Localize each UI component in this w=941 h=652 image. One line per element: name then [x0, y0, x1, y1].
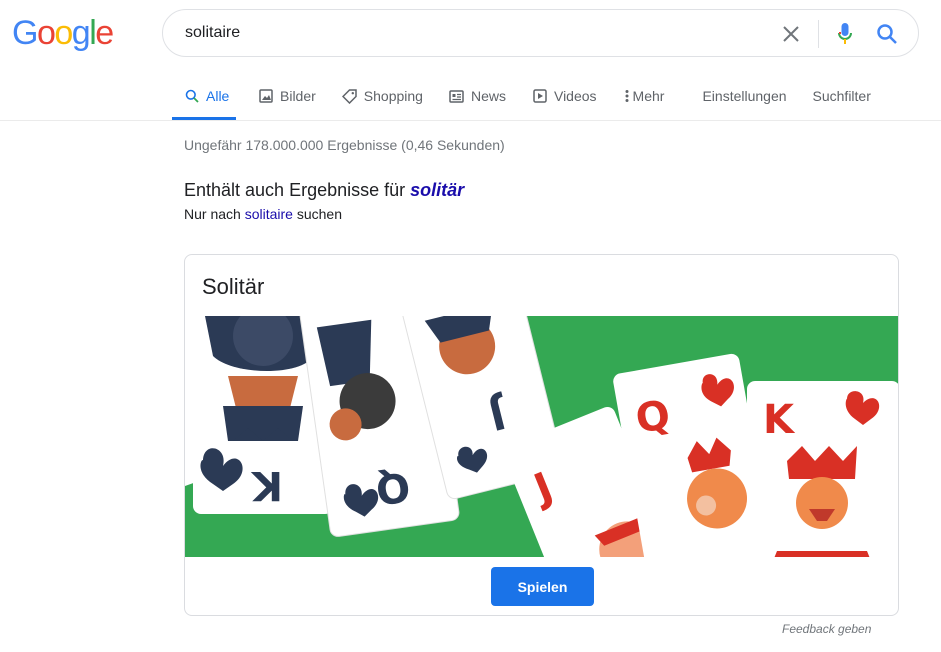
card-rank-letter: K: [763, 397, 796, 443]
more-vertical-icon: [623, 88, 631, 104]
card-rank-letter: K: [250, 462, 283, 508]
settings-link[interactable]: Einstellungen: [702, 78, 786, 120]
tab-label: Videos: [553, 88, 597, 104]
logo-letter: o: [54, 14, 73, 52]
tab-more[interactable]: Mehr: [623, 78, 665, 120]
original-query-line: Nur nach solitaire suchen: [184, 206, 342, 222]
card-rank-letter: Q: [373, 462, 413, 512]
news-icon: [449, 88, 465, 104]
tab-news[interactable]: News: [449, 78, 506, 120]
solitaire-game-card: Solitär K Q J J Q K Spielen: [184, 254, 899, 616]
tab-label: Shopping: [363, 88, 423, 104]
image-icon: [258, 88, 274, 104]
tab-videos[interactable]: Videos: [532, 78, 597, 120]
original-query-link[interactable]: solitaire: [245, 206, 293, 222]
search-icon: [184, 88, 200, 104]
result-stats: Ungefähr 178.000.000 Ergebnisse (0,46 Se…: [184, 137, 505, 153]
search-divider: [818, 20, 819, 48]
feedback-link[interactable]: Feedback geben: [782, 622, 871, 636]
tab-label: Mehr: [632, 88, 665, 104]
tag-icon: [342, 88, 358, 104]
clear-icon[interactable]: [779, 22, 803, 46]
correction-prefix: Enthält auch Ergebnisse für: [184, 180, 411, 200]
original-query-prefix: Nur nach: [184, 206, 245, 222]
tab-label: Bilder: [280, 88, 316, 104]
search-tools-link[interactable]: Suchfilter: [813, 78, 871, 120]
solitaire-illustration[interactable]: K Q J J Q K: [185, 316, 899, 557]
corrected-query-link[interactable]: solitär: [410, 180, 464, 200]
spelling-correction: Enthält auch Ergebnisse für solitär: [184, 180, 464, 201]
google-logo[interactable]: Google: [12, 14, 114, 53]
tab-images[interactable]: Bilder: [258, 78, 316, 120]
tab-all[interactable]: Alle: [172, 78, 236, 120]
logo-letter: g: [71, 14, 91, 52]
microphone-icon[interactable]: [833, 22, 857, 46]
tab-shopping[interactable]: Shopping: [342, 78, 423, 120]
play-icon: [532, 88, 548, 104]
search-box[interactable]: solitaire: [162, 9, 919, 57]
search-tools-label: Suchfilter: [812, 88, 871, 104]
tab-label: News: [470, 88, 506, 104]
original-query-suffix: suchen: [292, 206, 342, 222]
logo-letter: e: [95, 14, 114, 52]
tab-label: Alle: [206, 88, 230, 104]
settings-label: Einstellungen: [702, 88, 787, 104]
play-button[interactable]: Spielen: [491, 567, 594, 606]
logo-letter: G: [12, 14, 38, 52]
card-title: Solitär: [202, 274, 265, 299]
search-tabs: Alle Bilder Shopping News Videos Mehr Ei…: [172, 78, 871, 120]
tabs-divider: [0, 120, 941, 121]
logo-letter: o: [36, 14, 56, 52]
search-icon[interactable]: [875, 22, 899, 46]
search-input[interactable]: solitaire: [185, 24, 240, 42]
